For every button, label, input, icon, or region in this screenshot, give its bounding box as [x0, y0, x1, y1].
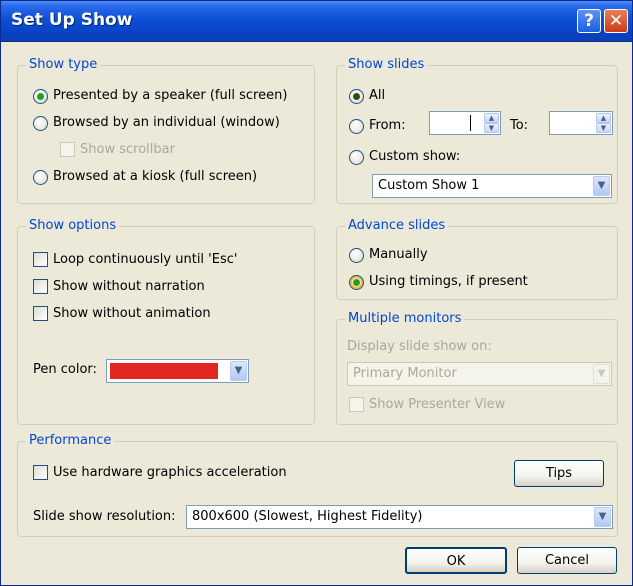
show-type-label: Show type: [26, 56, 101, 74]
manually-label: Manually: [369, 247, 428, 262]
checkbox-box: [60, 142, 75, 157]
radio-indicator: [349, 150, 364, 165]
text-cursor: [470, 115, 471, 131]
radio-indicator: [349, 275, 364, 290]
spin-up-icon[interactable]: ▲: [596, 113, 611, 123]
resolution-label: Slide show resolution:: [33, 509, 176, 524]
using-timings-label: Using timings, if present: [369, 274, 528, 289]
presenter-view-label: Show Presenter View: [369, 397, 506, 412]
radio-indicator: [349, 89, 364, 104]
checkbox-box: [349, 397, 364, 412]
chevron-down-icon[interactable]: ▼: [594, 507, 611, 527]
radio-indicator: [349, 119, 364, 134]
tips-button[interactable]: Tips: [514, 460, 604, 487]
presented-by-speaker-label: Presented by a speaker (full screen): [53, 88, 288, 103]
ok-button[interactable]: OK: [405, 547, 507, 574]
pen-color-swatch: [110, 363, 218, 379]
browsed-at-kiosk-label: Browsed at a kiosk (full screen): [53, 169, 258, 184]
show-options-group: Show options Loop continuously until 'Es…: [17, 217, 315, 425]
radio-indicator: [33, 116, 48, 131]
show-slides-group: Show slides All From: ▲ ▼ To: ▲ ▼ Custom…: [336, 56, 618, 204]
show-without-narration-label: Show without narration: [53, 279, 205, 294]
chevron-down-icon[interactable]: ▼: [593, 176, 610, 196]
spin-down-icon[interactable]: ▼: [484, 123, 499, 133]
custom-show-value: Custom Show 1: [378, 178, 480, 193]
custom-show-label: Custom show:: [369, 149, 461, 164]
from-spin-buttons: ▲ ▼: [484, 113, 499, 133]
to-spin-buttons: ▲ ▼: [596, 113, 611, 133]
multiple-monitors-group: Multiple monitors Display slide show on:…: [336, 310, 618, 425]
checkbox-box: [33, 279, 48, 294]
custom-show-dropdown[interactable]: Custom Show 1 ▼: [372, 174, 612, 198]
display-on-label: Display slide show on:: [347, 339, 492, 354]
checkbox-box: [33, 465, 48, 480]
show-slides-label: Show slides: [345, 56, 428, 74]
show-options-label: Show options: [26, 217, 120, 235]
spin-down-icon[interactable]: ▼: [596, 123, 611, 133]
to-label: To:: [510, 118, 529, 133]
monitor-dropdown[interactable]: Primary Monitor ▼: [347, 362, 612, 386]
show-type-group: Show type Presented by a speaker (full s…: [17, 56, 315, 204]
performance-group: Performance Use hardware graphics accele…: [17, 432, 618, 537]
all-slides-label: All: [369, 88, 386, 103]
to-slide-spinner[interactable]: ▲ ▼: [549, 111, 613, 135]
close-button[interactable]: ✕: [604, 9, 628, 33]
set-up-show-dialog: Set Up Show ? ✕ Show type Presented by a…: [0, 0, 633, 586]
advance-slides-group: Advance slides Manually Using timings, i…: [336, 217, 618, 300]
chevron-down-icon[interactable]: ▼: [593, 364, 610, 384]
checkbox-box: [33, 252, 48, 267]
pen-color-label: Pen color:: [33, 362, 97, 377]
spin-up-icon[interactable]: ▲: [484, 113, 499, 123]
help-button[interactable]: ?: [577, 9, 601, 33]
show-scrollbar-label: Show scrollbar: [80, 142, 175, 157]
from-label: From:: [369, 118, 406, 133]
browsed-by-individual-label: Browsed by an individual (window): [53, 115, 280, 130]
cancel-button[interactable]: Cancel: [517, 547, 617, 574]
loop-continuously-label: Loop continuously until 'Esc': [53, 252, 238, 267]
chevron-down-icon[interactable]: ▼: [230, 361, 247, 381]
hardware-acceleration-label: Use hardware graphics acceleration: [53, 465, 287, 480]
show-without-animation-label: Show without animation: [53, 306, 211, 321]
dialog-title: Set Up Show: [11, 10, 133, 30]
advance-slides-label: Advance slides: [345, 217, 449, 235]
checkbox-box: [33, 306, 48, 321]
resolution-dropdown[interactable]: 800x600 (Slowest, Highest Fidelity) ▼: [186, 505, 613, 529]
pen-color-picker[interactable]: ▼: [106, 359, 249, 383]
monitor-value: Primary Monitor: [353, 366, 457, 381]
resolution-value: 800x600 (Slowest, Highest Fidelity): [192, 509, 423, 524]
from-slide-spinner[interactable]: ▲ ▼: [429, 111, 501, 135]
performance-label: Performance: [26, 432, 115, 450]
radio-indicator: [33, 170, 48, 185]
multiple-monitors-label: Multiple monitors: [345, 310, 465, 328]
radio-indicator: [33, 89, 48, 104]
radio-indicator: [349, 248, 364, 263]
title-bar[interactable]: Set Up Show ? ✕: [1, 1, 632, 42]
